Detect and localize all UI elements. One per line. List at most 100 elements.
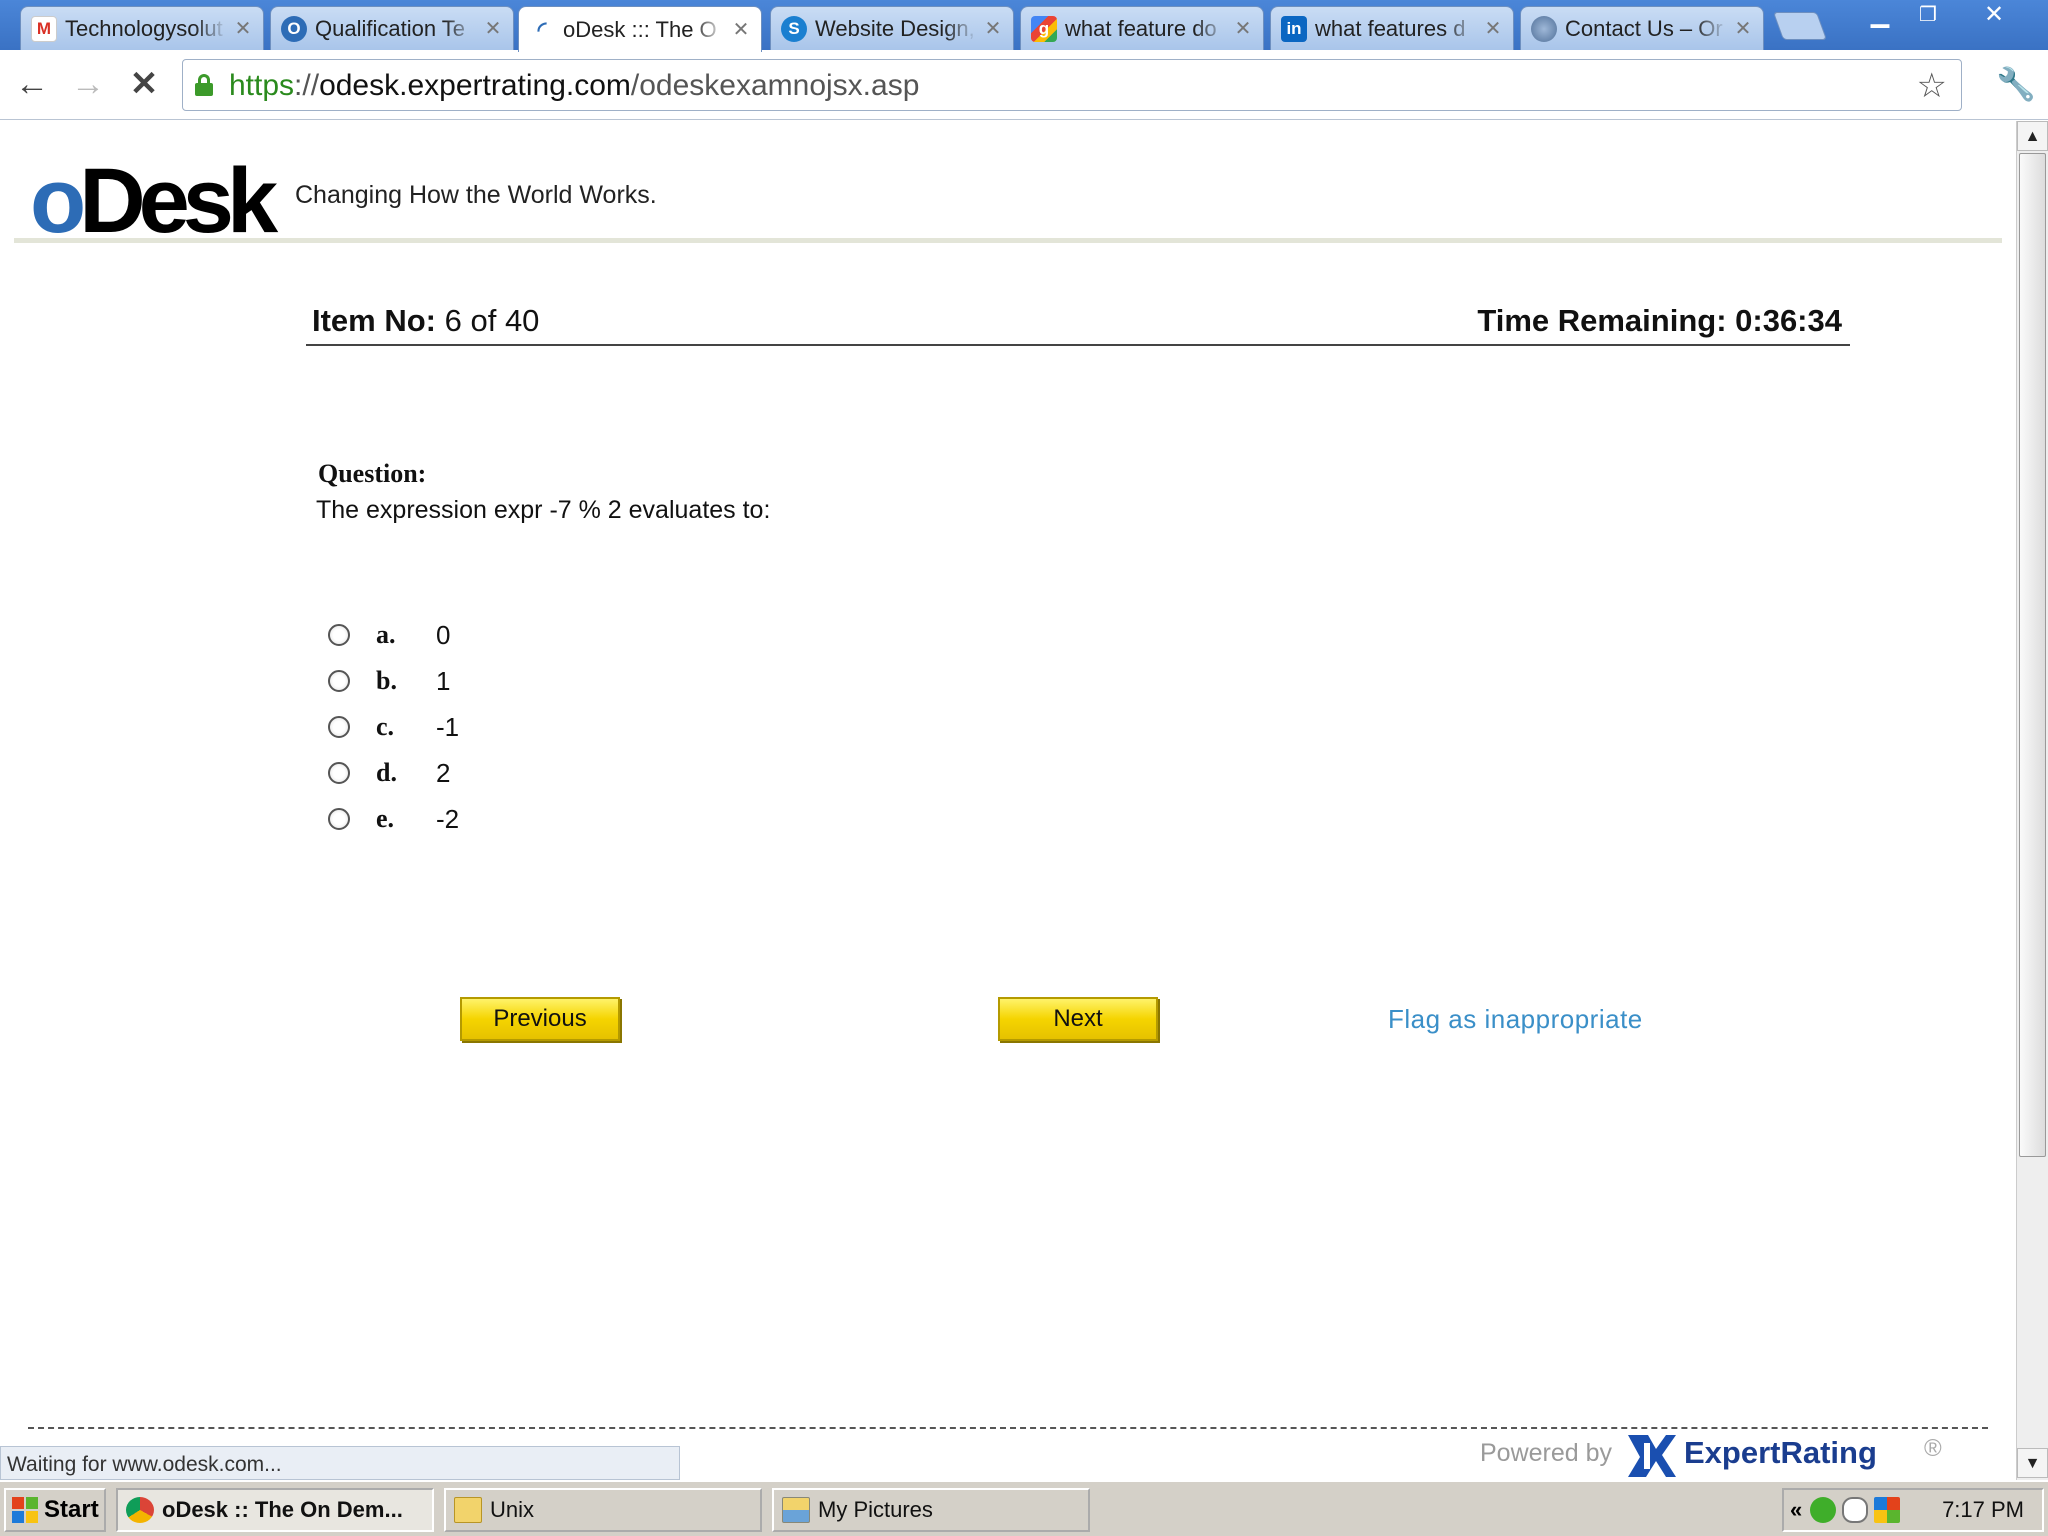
item-bar: Item No: 6 of 40 Time Remaining: 0:36:34 <box>306 291 1850 346</box>
item-label: Item No: <box>312 303 436 338</box>
lock-icon <box>195 74 213 96</box>
registered-mark: ® <box>1924 1435 1942 1462</box>
tab-linkedin[interactable]: in what features d ✕ <box>1270 6 1514 50</box>
wrench-menu-icon[interactable]: 🔧 <box>1996 65 2036 103</box>
option-d[interactable]: d. 2 <box>328 753 450 793</box>
radio-button[interactable] <box>328 716 350 738</box>
tagline: Changing How the World Works. <box>295 181 657 209</box>
option-a[interactable]: a. 0 <box>328 615 450 655</box>
scroll-down-arrow-icon[interactable]: ▼ <box>2017 1448 2048 1478</box>
chat-bubble-icon[interactable] <box>1842 1497 1869 1523</box>
folder-icon <box>454 1497 482 1523</box>
option-value: -2 <box>436 803 460 834</box>
footer-divider <box>28 1427 1988 1429</box>
restore-icon[interactable]: ❐ <box>1906 0 1950 30</box>
chrome-icon <box>126 1497 154 1523</box>
taskbar-clock[interactable]: 7:17 PM <box>1942 1497 2024 1523</box>
logo-o: o <box>30 150 86 252</box>
network-icon[interactable] <box>1874 1497 1901 1523</box>
radio-button[interactable] <box>328 624 350 646</box>
task-label: My Pictures <box>818 1497 933 1522</box>
minimize-icon[interactable]: ▁ <box>1858 0 1902 30</box>
next-button[interactable]: Next <box>998 997 1158 1041</box>
security-shield-icon[interactable] <box>1810 1497 1837 1523</box>
radio-button[interactable] <box>328 808 350 830</box>
taskbar-item-unix[interactable]: Unix <box>444 1488 762 1532</box>
loading-spinner-icon: ◜ <box>537 16 547 42</box>
item-number: Item No: 6 of 40 <box>312 303 539 339</box>
back-arrow-icon[interactable]: ← <box>10 62 54 106</box>
tab-odesk-active[interactable]: ◜ oDesk ::: The O ✕ <box>518 6 762 52</box>
vertical-scrollbar[interactable]: ▲ ▼ <box>2016 121 2048 1480</box>
close-tab-icon[interactable]: ✕ <box>983 16 1003 41</box>
stop-icon[interactable]: ✕ <box>122 62 166 106</box>
close-tab-icon[interactable]: ✕ <box>233 16 253 41</box>
tab-qualification[interactable]: O Qualification Te ✕ <box>270 6 514 50</box>
radio-button[interactable] <box>328 762 350 784</box>
scrollbar-thumb[interactable] <box>2019 153 2046 1157</box>
url-text: https://odesk.expertrating.com/odeskexam… <box>229 69 920 102</box>
url-scheme: https <box>229 69 295 102</box>
question-label: Question: <box>318 459 427 488</box>
option-value: 2 <box>436 757 451 788</box>
option-b[interactable]: b. 1 <box>328 661 450 701</box>
radio-button[interactable] <box>328 670 350 692</box>
windows-taskbar: Start oDesk :: The On Dem... Unix My Pic… <box>0 1480 2048 1536</box>
start-label: Start <box>44 1496 99 1523</box>
expertrating-wordmark: ExpertRating <box>1684 1435 1877 1470</box>
tab-gmail[interactable]: M Technologysolut ✕ <box>20 6 264 50</box>
google-icon: g <box>1031 15 1057 42</box>
tab-title: Technologysolut <box>65 15 223 41</box>
question-text: The expression expr -7 % 2 evaluates to: <box>316 496 771 524</box>
tab-title: oDesk ::: The O <box>563 16 717 42</box>
time-remaining: Time Remaining: 0:36:34 <box>1477 303 1842 338</box>
flag-inappropriate-link[interactable]: Flag as inappropriate <box>1388 1004 1643 1035</box>
option-letter: b. <box>376 666 397 695</box>
previous-button[interactable]: Previous <box>460 997 620 1041</box>
option-letter: c. <box>376 712 395 741</box>
forward-arrow-icon[interactable]: → <box>66 62 110 106</box>
skype-icon: S <box>781 15 807 42</box>
task-label: Unix <box>490 1497 535 1522</box>
tab-contact-us[interactable]: Contact Us – Or ✕ <box>1520 6 1764 50</box>
close-tab-icon[interactable]: ✕ <box>731 17 751 42</box>
show-hidden-icons-icon[interactable]: « <box>1790 1497 1802 1523</box>
start-button[interactable]: Start <box>4 1488 106 1532</box>
tab-google-search[interactable]: g what feature do ✕ <box>1020 6 1264 50</box>
bookmark-star-icon[interactable]: ☆ <box>1917 66 1947 106</box>
windows-logo-icon <box>12 1497 38 1523</box>
status-bubble: Waiting for www.odesk.com... <box>0 1446 680 1480</box>
taskbar-item-my-pictures[interactable]: My Pictures <box>772 1488 1090 1532</box>
new-tab-button[interactable] <box>1772 12 1828 40</box>
option-letter: d. <box>376 758 397 787</box>
task-label: oDesk :: The On Dem... <box>162 1497 403 1522</box>
scroll-up-arrow-icon[interactable]: ▲ <box>2017 121 2048 151</box>
item-value: 6 of 40 <box>444 303 540 338</box>
option-value: -1 <box>436 711 460 742</box>
close-tab-icon[interactable]: ✕ <box>1233 16 1253 41</box>
option-letter: a. <box>376 620 396 649</box>
tab-website-design[interactable]: S Website Design, ✕ <box>770 6 1014 50</box>
option-c[interactable]: c. -1 <box>328 707 459 747</box>
option-value: 0 <box>436 619 451 650</box>
page-content: oDesk Changing How the World Works. Item… <box>0 121 2016 1477</box>
odesk-logo: oDesk <box>30 150 278 252</box>
logo-desk: Desk <box>79 150 278 252</box>
option-e[interactable]: e. -2 <box>328 799 459 839</box>
address-bar[interactable]: https://odesk.expertrating.com/odeskexam… <box>182 59 1962 111</box>
url-host: odesk.expertrating.com <box>319 69 631 102</box>
close-tab-icon[interactable]: ✕ <box>483 16 503 41</box>
close-tab-icon[interactable]: ✕ <box>1733 16 1753 41</box>
odesk-icon: O <box>281 15 307 42</box>
taskbar-item-chrome[interactable]: oDesk :: The On Dem... <box>116 1488 434 1532</box>
close-window-icon[interactable]: ✕ <box>1972 0 2016 30</box>
tab-title: Contact Us – Or <box>1565 15 1723 41</box>
expertrating-logo-icon <box>1628 1435 1676 1477</box>
option-value: 1 <box>436 665 451 696</box>
gmail-icon: M <box>31 15 57 42</box>
tab-title: what feature do <box>1065 15 1217 41</box>
tab-title: Website Design, <box>815 15 975 41</box>
header-divider <box>14 238 2002 243</box>
tab-title: Qualification Te <box>315 15 466 41</box>
close-tab-icon[interactable]: ✕ <box>1483 16 1503 41</box>
